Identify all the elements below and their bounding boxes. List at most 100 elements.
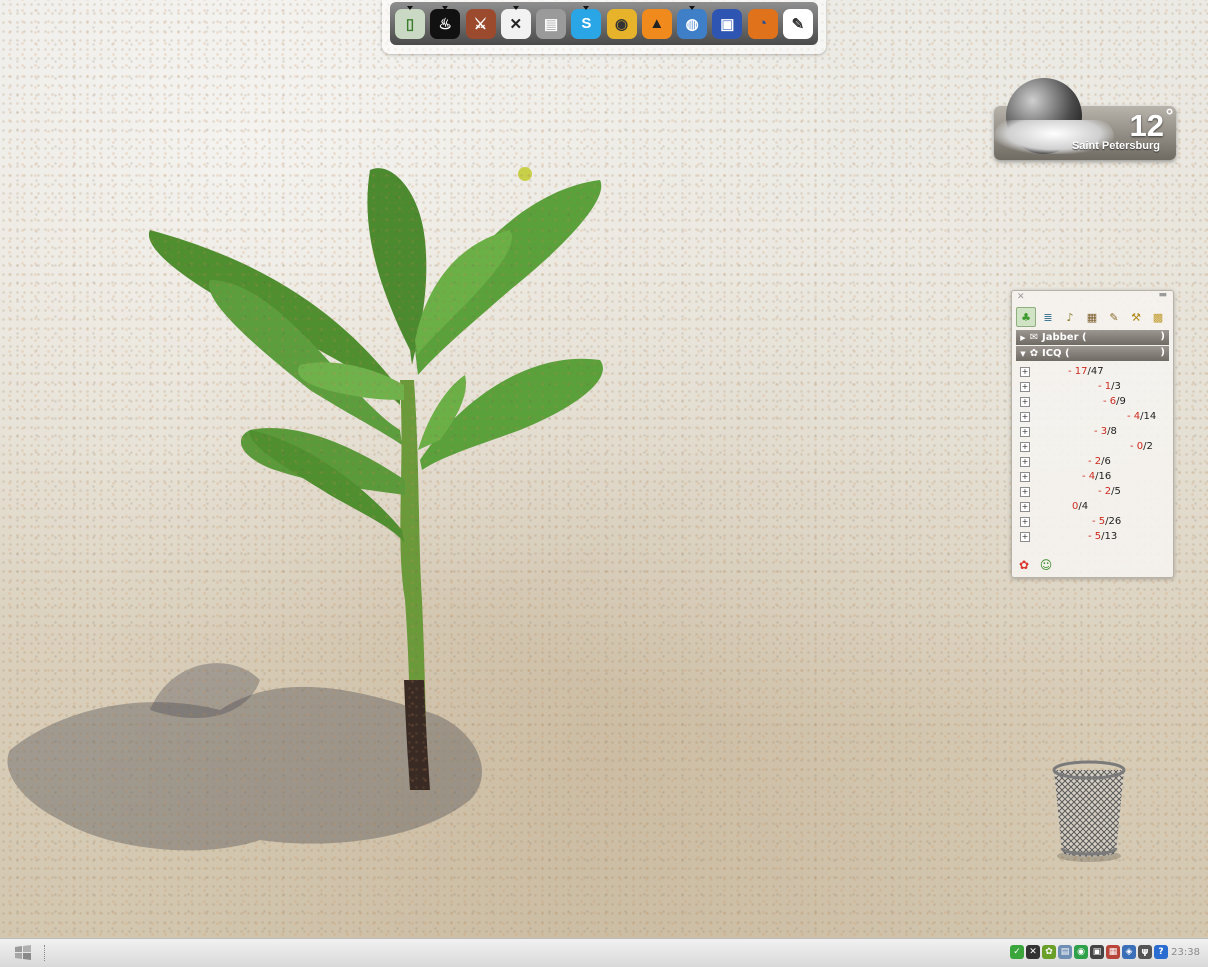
tray-display-icon[interactable]: ▣ xyxy=(1090,945,1104,959)
weather-widget[interactable]: 12 ° Saint Petersburg xyxy=(994,78,1178,164)
group-count: 0/4 xyxy=(1072,501,1088,512)
expand-plus-icon[interactable]: + xyxy=(1020,471,1030,482)
close-icon[interactable]: ✕ xyxy=(1017,292,1025,302)
book-icon-glyph: ▤ xyxy=(536,8,567,39)
contact-group-row[interactable]: + - 5/26 xyxy=(1012,514,1173,529)
group-dash: - xyxy=(1088,456,1092,467)
expand-arrow-icon[interactable]: ▼ xyxy=(1018,350,1028,358)
contact-group-row[interactable]: + - 2/6 xyxy=(1012,454,1173,469)
contact-group-row[interactable]: + - 3/8 xyxy=(1012,424,1173,439)
taskbar-clock[interactable]: 23:38 xyxy=(1171,947,1200,958)
aimp-icon-glyph: ▲ xyxy=(641,8,672,39)
skype-icon[interactable]: S xyxy=(570,5,602,41)
floppy-save-icon[interactable]: ▣ xyxy=(711,7,743,41)
expand-plus-icon[interactable]: + xyxy=(1020,486,1030,497)
group-dash: - xyxy=(1094,426,1098,437)
icq-account[interactable]: ▼ ✿ ICQ () xyxy=(1016,346,1169,361)
tray-qip-icon[interactable]: ✓ xyxy=(1010,945,1024,959)
battlefield-icon-glyph: ⚔ xyxy=(465,8,496,39)
history-icon[interactable]: ▦ xyxy=(1082,307,1102,327)
qip-icon[interactable]: ◉ xyxy=(606,7,638,41)
xfire-icon[interactable]: ✕ xyxy=(500,5,532,41)
network-globe-icon-glyph: ◍ xyxy=(677,8,708,39)
tray-xfire-icon[interactable]: ✕ xyxy=(1026,945,1040,959)
messenger-titlebar[interactable]: ✕ ▬ xyxy=(1012,290,1173,305)
expand-plus-icon[interactable]: + xyxy=(1020,396,1030,407)
aimp-icon[interactable]: ▲ xyxy=(641,7,673,41)
contact-group-row[interactable]: + - 17/47 xyxy=(1012,364,1173,379)
contact-group-row[interactable]: + - 5/13 xyxy=(1012,529,1173,544)
edit-icon[interactable]: ✎ xyxy=(1104,307,1124,327)
account-list: ▶ ✉ Jabber () ▼ ✿ ICQ () xyxy=(1012,330,1173,361)
group-total-count: /2 xyxy=(1143,441,1153,452)
messenger-contact-list-window: ✕ ▬ ♣ ≣ ♪ ▦ ✎ ⚒ ▩ ▶ ✉ Jabber () ▼ ✿ ICQ () + - 17/47… xyxy=(1011,290,1174,578)
windows-logo-icon xyxy=(15,945,31,960)
group-dash: - xyxy=(1098,381,1102,392)
gadget-icon-glyph: ▯ xyxy=(395,8,425,39)
firefox-icon[interactable]: ◔ xyxy=(747,7,779,41)
expand-plus-icon[interactable]: + xyxy=(1020,411,1030,422)
tray-network-icon[interactable]: ▤ xyxy=(1058,945,1072,959)
network-globe-icon[interactable]: ◍ xyxy=(676,5,708,41)
sound-icon[interactable]: ♪ xyxy=(1060,307,1080,327)
expand-plus-icon[interactable]: + xyxy=(1020,426,1030,437)
tray-connection-icon[interactable]: ◈ xyxy=(1122,945,1136,959)
contact-group-row[interactable]: + - 4/16 xyxy=(1012,469,1173,484)
group-count: - 5/13 xyxy=(1088,531,1117,542)
trash-bin-icon[interactable] xyxy=(1050,760,1128,864)
contact-group-row[interactable]: + - 1/3 xyxy=(1012,379,1173,394)
expand-plus-icon[interactable]: + xyxy=(1020,516,1030,527)
contacts-icon[interactable]: ♣ xyxy=(1016,307,1036,327)
contact-group-row[interactable]: + - 6/9 xyxy=(1012,394,1173,409)
tray-usb-icon[interactable]: ψ xyxy=(1138,945,1152,959)
messenger-toolbar: ♣ ≣ ♪ ▦ ✎ ⚒ ▩ xyxy=(1012,305,1173,329)
expand-plus-icon[interactable]: + xyxy=(1020,441,1030,452)
list-view-icon[interactable]: ≣ xyxy=(1038,307,1058,327)
jabber-account[interactable]: ▶ ✉ Jabber () xyxy=(1016,330,1169,345)
battlefield-icon[interactable]: ⚔ xyxy=(465,7,497,41)
group-dash: - xyxy=(1098,486,1102,497)
group-total-count: /8 xyxy=(1107,426,1117,437)
contact-group-list: + - 17/47 + - 1/3 + - 6/9 + - 4/14 + - 3/8 + - 0/2 +… xyxy=(1012,364,1173,544)
tray-icq-icon[interactable]: ✿ xyxy=(1042,945,1056,959)
steam-icon-glyph: ♨ xyxy=(430,8,461,39)
group-count: - 2/5 xyxy=(1098,486,1121,497)
contact-group-row[interactable]: + 0/4 xyxy=(1012,499,1173,514)
group-total-count: /9 xyxy=(1116,396,1126,407)
firefox-icon-glyph: ◔ xyxy=(747,8,778,39)
status-online-icon[interactable]: ✿ xyxy=(1016,557,1032,573)
skype-icon-glyph: S xyxy=(571,8,602,39)
tray-language-flag-icon[interactable]: ▦ xyxy=(1106,945,1120,959)
group-total-count: /26 xyxy=(1105,516,1122,527)
group-count: - 2/6 xyxy=(1088,456,1111,467)
group-online-count: 17 xyxy=(1074,366,1088,377)
contact-group-row[interactable]: + - 0/2 xyxy=(1012,439,1173,454)
gadget-icon[interactable]: ▯ xyxy=(394,5,426,41)
expand-plus-icon[interactable]: + xyxy=(1020,456,1030,467)
xstatus-icon[interactable]: ☺ xyxy=(1038,557,1054,573)
group-total-count: /16 xyxy=(1095,471,1112,482)
expand-plus-icon[interactable]: + xyxy=(1020,366,1030,377)
notepad-icon-glyph: ✎ xyxy=(782,8,813,39)
expand-arrow-icon[interactable]: ▶ xyxy=(1018,334,1028,342)
sprout-wallpaper-image xyxy=(7,167,603,851)
tools-icon[interactable]: ⚒ xyxy=(1126,307,1146,327)
book-icon[interactable]: ▤ xyxy=(535,7,567,41)
expand-plus-icon[interactable]: + xyxy=(1020,531,1030,542)
expand-plus-icon[interactable]: + xyxy=(1020,501,1030,512)
group-total-count: /13 xyxy=(1101,531,1118,542)
notepad-icon[interactable]: ✎ xyxy=(782,7,814,41)
contact-group-row[interactable]: + - 2/5 xyxy=(1012,484,1173,499)
folder-icon[interactable]: ▩ xyxy=(1148,307,1168,327)
expand-plus-icon[interactable]: + xyxy=(1020,381,1030,392)
running-indicator xyxy=(583,5,590,10)
contact-group-row[interactable]: + - 4/14 xyxy=(1012,409,1173,424)
protocol-icon: ✉ xyxy=(1029,332,1039,343)
steam-icon[interactable]: ♨ xyxy=(429,5,461,41)
tray-app-green-icon[interactable]: ◉ xyxy=(1074,945,1088,959)
tray-help-icon[interactable]: ? xyxy=(1154,945,1168,959)
group-count: - 17/47 xyxy=(1068,366,1104,377)
group-dash: - xyxy=(1127,411,1131,422)
minimize-icon[interactable]: ▬ xyxy=(1158,290,1167,300)
start-button[interactable] xyxy=(10,943,36,963)
